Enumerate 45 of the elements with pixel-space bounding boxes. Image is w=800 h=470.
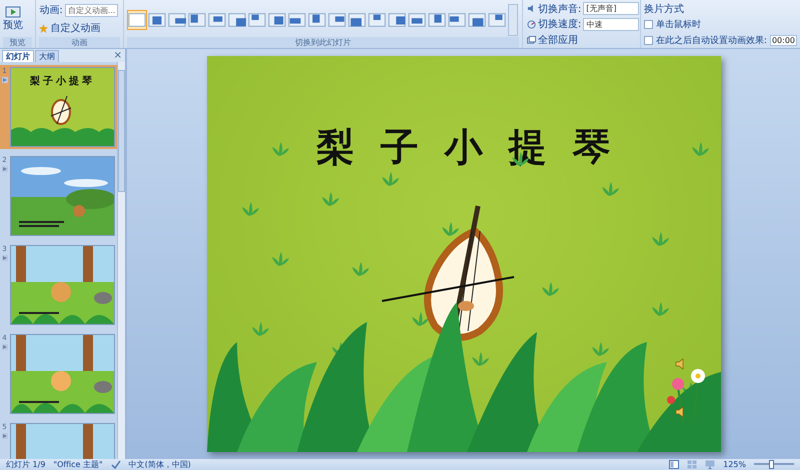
advance-option[interactable]: 单击鼠标时 xyxy=(644,18,701,32)
animation-icon xyxy=(2,166,8,172)
vertical-scrollbar[interactable] xyxy=(117,62,125,459)
slideshow-icon[interactable] xyxy=(705,460,716,469)
speaker-icon[interactable] xyxy=(674,358,686,370)
theme-name: "Office 主题" xyxy=(53,459,103,470)
slide-count: 幻灯片 1/9 xyxy=(6,459,46,470)
zoom-level[interactable]: 125% xyxy=(723,460,746,469)
normal-view-icon[interactable] xyxy=(669,460,680,469)
checkbox[interactable] xyxy=(644,20,653,30)
group-label: 切换到此幻灯片 xyxy=(126,37,519,48)
panel-tab[interactable]: 大纲 xyxy=(35,50,59,62)
speed-icon xyxy=(526,20,536,29)
speaker-icon[interactable] xyxy=(674,406,686,418)
checkbox[interactable] xyxy=(644,36,653,45)
preview-button[interactable]: 预览 xyxy=(3,6,23,32)
zoom-thumb[interactable] xyxy=(769,460,774,469)
thumbnail-title: 梨子小提琴 xyxy=(29,74,96,88)
spell-check-icon[interactable] xyxy=(110,460,121,469)
sound-label: 切换声音: xyxy=(538,2,582,16)
panel-tab[interactable]: 幻灯片 xyxy=(2,50,34,62)
animation-star-icon xyxy=(39,24,48,32)
speed-dropdown[interactable]: 中速 xyxy=(583,18,640,31)
animation-icon xyxy=(2,255,8,261)
group-label: 动画 xyxy=(39,37,120,48)
slide-preview-icon xyxy=(5,6,21,18)
speaker-icon xyxy=(526,4,536,14)
animate-label: 动画: xyxy=(39,4,63,17)
time-field[interactable]: 00:00 xyxy=(770,34,797,46)
transition-option[interactable] xyxy=(126,10,147,30)
advance-title: 换片方式 xyxy=(644,2,684,16)
sound-dropdown[interactable]: [无声音] xyxy=(583,2,640,16)
animation-icon xyxy=(2,77,8,83)
animation-icon xyxy=(2,344,8,350)
apply-all-button[interactable]: 全部应用 xyxy=(526,33,578,48)
animate-dropdown[interactable]: 自定义动画... xyxy=(64,4,118,16)
apply-all-icon xyxy=(526,36,536,45)
custom-animation-button[interactable]: 自定义动画 xyxy=(39,21,100,35)
group-label: 预览 xyxy=(3,37,32,48)
close-button[interactable]: × xyxy=(114,49,122,62)
speed-label: 切换速度: xyxy=(538,18,582,32)
pear-violin-drawing xyxy=(50,95,72,125)
advance-option[interactable]: 在此之后自动设置动画效果: 00:00 xyxy=(644,34,797,47)
language: 中文(简体，中国) xyxy=(128,459,191,470)
animation-icon xyxy=(2,433,8,439)
